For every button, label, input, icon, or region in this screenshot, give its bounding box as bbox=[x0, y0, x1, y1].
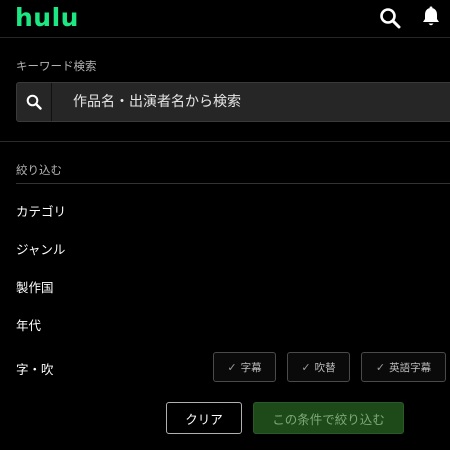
apply-filter-button[interactable]: この条件で絞り込む bbox=[253, 402, 404, 434]
search-icon bbox=[17, 83, 51, 121]
filter-row-subtitle-dub: 字・吹 bbox=[16, 362, 54, 377]
top-header: hulu bbox=[0, 0, 450, 38]
filter-row-category[interactable]: カテゴリ bbox=[16, 201, 66, 220]
english-subtitle-chip-label: 英語字幕 bbox=[389, 361, 432, 374]
search-box-divider bbox=[51, 83, 52, 121]
check-icon: ✓ bbox=[375, 360, 386, 374]
section-divider bbox=[0, 141, 450, 142]
keyword-search-input[interactable] bbox=[67, 83, 450, 121]
check-icon: ✓ bbox=[227, 360, 237, 374]
filter-row-genre[interactable]: ジャンル bbox=[16, 239, 65, 258]
dubbed-chip[interactable]: ✓ 吹替 bbox=[287, 352, 350, 382]
keyword-search-box[interactable] bbox=[16, 82, 450, 122]
subtitle-chip-label: 字幕 bbox=[240, 361, 262, 374]
subtitle-chip[interactable]: ✓ 字幕 bbox=[213, 352, 276, 382]
hulu-logo[interactable]: hulu bbox=[15, 3, 79, 33]
search-filter-page: hulu キーワード検索 絞り込む カテゴリ bbox=[0, 0, 450, 450]
dubbed-chip-label: 吹替 bbox=[314, 361, 336, 374]
filter-row-year[interactable]: 年代 bbox=[16, 315, 41, 334]
search-icon[interactable] bbox=[379, 7, 401, 33]
keyword-search-label: キーワード検索 bbox=[16, 59, 97, 73]
check-icon: ✓ bbox=[301, 360, 311, 374]
filter-underline bbox=[16, 183, 450, 184]
bell-icon[interactable] bbox=[421, 6, 441, 32]
english-subtitle-chip[interactable]: ✓ 英語字幕 bbox=[361, 352, 446, 382]
filter-row-country[interactable]: 製作国 bbox=[16, 277, 54, 296]
clear-button[interactable]: クリア bbox=[166, 402, 242, 434]
filter-section-label: 絞り込む bbox=[16, 163, 62, 177]
